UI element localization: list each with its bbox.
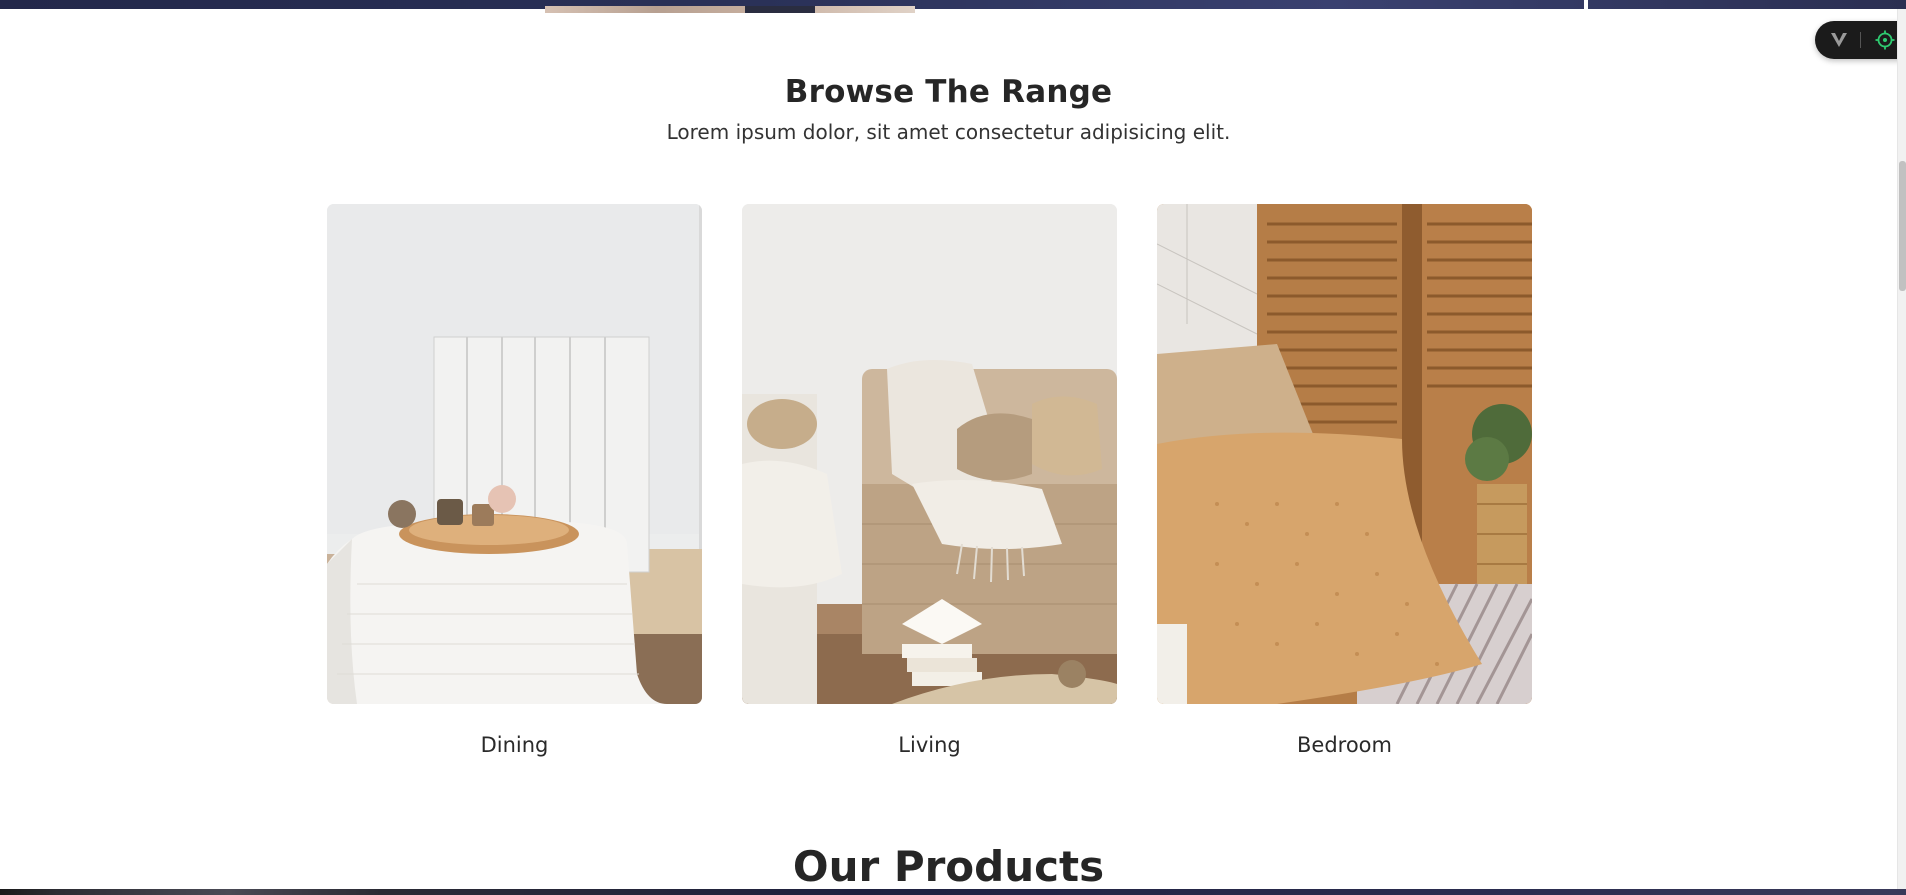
page-scrollbar[interactable] <box>1897 9 1906 889</box>
hero-image-edge <box>545 6 915 13</box>
bedroom-pillows-image[interactable] <box>1157 204 1532 704</box>
previous-section-edge <box>0 0 1906 13</box>
toolbar-divider <box>1860 32 1861 48</box>
category-card-dining[interactable]: Dining <box>327 204 702 764</box>
range-category-grid: Dining Living Bedroom <box>327 204 1533 764</box>
our-products-title: Our Products <box>792 842 1105 891</box>
category-label-bedroom[interactable]: Bedroom <box>1157 733 1532 757</box>
scrollbar-thumb[interactable] <box>1899 161 1906 291</box>
living-room-sofa-image[interactable] <box>742 204 1117 704</box>
taskbar-edge <box>0 889 1906 895</box>
vue-devtools-icon[interactable] <box>1829 30 1849 50</box>
browse-range-title: Browse The Range <box>784 74 1113 110</box>
page: Browse The Range Lorem ipsum dolor, sit … <box>0 0 1906 895</box>
category-label-dining[interactable]: Dining <box>327 733 702 757</box>
devtools-floating-toolbar[interactable] <box>1815 21 1906 59</box>
target-icon[interactable] <box>1874 29 1896 51</box>
mouse-cursor <box>1584 0 1588 9</box>
category-card-bedroom[interactable]: Bedroom <box>1157 204 1532 764</box>
dining-table-image[interactable] <box>327 204 702 704</box>
category-card-living[interactable]: Living <box>742 204 1117 764</box>
browse-range-subtitle: Lorem ipsum dolor, sit amet consectetur … <box>666 120 1231 144</box>
category-label-living[interactable]: Living <box>742 733 1117 757</box>
